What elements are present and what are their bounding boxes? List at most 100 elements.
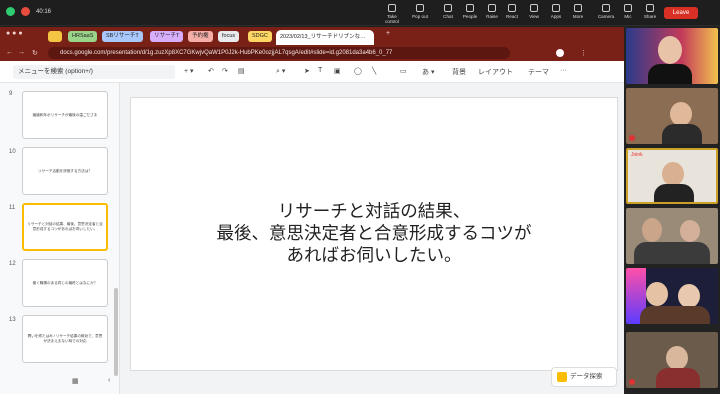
people-button[interactable]: People <box>458 4 482 19</box>
select-icon[interactable]: ➤ <box>304 67 310 75</box>
slide-number: 11 <box>9 205 16 211</box>
avatar <box>678 284 700 308</box>
avatar <box>680 220 700 242</box>
add-icon[interactable]: + ▾ <box>184 67 194 75</box>
slide-filmstrip: 9 議論和年ボリサーチが最後の歯ごださま 10 リサーチ活動を評価する方法は？ … <box>0 83 120 394</box>
bookmark-hrsaas[interactable]: HRSaaS <box>68 31 98 42</box>
participant-tile[interactable] <box>626 332 718 388</box>
profile-icon[interactable] <box>556 49 564 57</box>
participant-gallery: Joink <box>624 26 720 394</box>
textbox-icon[interactable]: T <box>318 67 322 74</box>
bookmark-icon[interactable] <box>48 31 62 42</box>
grid-view-icon[interactable]: ▦ <box>72 377 79 385</box>
mic-icon <box>624 4 632 12</box>
participant-tile[interactable] <box>626 88 718 144</box>
shared-browser-window: ● ● ● HRSaaS SBリサーチT リサーチT 予約権 focus SDG… <box>0 27 624 394</box>
slide-number: 13 <box>9 317 16 323</box>
participant-tile[interactable] <box>626 28 718 84</box>
slides-toolbar: メニューを検索 (option+/) + ▾ ↶ ↷ ▤ ⌕ ▾ ➤ T ▣ ◯… <box>0 61 624 83</box>
avatar <box>642 218 662 242</box>
shield-icon <box>6 7 15 16</box>
camera-icon <box>602 4 610 12</box>
apps-icon <box>552 4 560 12</box>
back-icon[interactable]: ← <box>6 49 13 56</box>
bookmark-focus[interactable]: focus <box>218 31 240 42</box>
slide-thumbnail-13[interactable]: 問いを修たはみ / リサーチ結果の無効で、意思が決まえまない時での対応 <box>22 315 108 363</box>
react-button[interactable]: React <box>500 4 524 19</box>
line-icon[interactable]: ╲ <box>372 67 376 75</box>
explore-icon <box>557 372 567 382</box>
slide-thumbnail-12[interactable]: 働く職場のある同じの最終とはなにか？ <box>22 259 108 307</box>
control-icon <box>388 4 396 12</box>
undo-icon[interactable]: ↶ <box>208 67 214 75</box>
record-icon <box>21 7 30 16</box>
current-slide[interactable]: リサーチと対話の結果、 最後、意思決定者と合意形成するコツが あればお伺いしたい… <box>130 97 618 371</box>
apps-button[interactable]: Apps <box>544 4 568 19</box>
popout-icon <box>416 4 424 12</box>
chat-button[interactable]: Chat <box>436 4 460 19</box>
more-tools-icon[interactable]: ··· <box>560 67 567 74</box>
muted-mic-icon <box>629 135 635 141</box>
meeting-timer: 40:16 <box>36 8 52 15</box>
people-icon <box>466 4 474 12</box>
grid-icon <box>530 4 538 12</box>
comment-icon[interactable]: ▭ <box>400 67 407 75</box>
slide-thumbnail-10[interactable]: リサーチ活動を評価する方法は？ <box>22 147 108 195</box>
slide-canvas: リサーチと対話の結果、 最後、意思決定者と合意形成するコツが あればお伺いしたい… <box>120 83 624 394</box>
chat-icon <box>444 4 452 12</box>
new-tab-icon[interactable]: + <box>386 30 390 37</box>
avatar <box>662 162 684 186</box>
tab-slides[interactable]: 2023/02/13_リサーチドリブンな… <box>276 30 374 45</box>
input-tools-icon[interactable]: あ ▾ <box>422 67 434 77</box>
participant-tile[interactable] <box>626 208 718 264</box>
avatar <box>666 346 688 370</box>
shape-icon[interactable]: ◯ <box>354 67 362 75</box>
reload-icon[interactable]: ↻ <box>32 49 38 57</box>
view-button[interactable]: View <box>522 4 546 19</box>
slide-number: 9 <box>9 91 13 97</box>
participant-name: Joink <box>631 152 643 158</box>
theme-button[interactable]: テーマ <box>528 67 549 77</box>
explore-button[interactable]: データ探索 <box>551 367 617 387</box>
print-icon[interactable]: ▤ <box>238 67 245 75</box>
hand-icon <box>488 4 496 12</box>
muted-mic-icon <box>629 379 635 385</box>
address-bar: ← → ↻ docs.google.com/presentation/d/1g.… <box>0 45 624 61</box>
pop-out-button[interactable]: Pop out <box>408 4 432 19</box>
leave-button[interactable]: Leave <box>664 7 698 19</box>
bookmark-sdgc[interactable]: SDGC <box>248 31 272 42</box>
window-controls-icon: ● ● ● <box>6 30 23 37</box>
url-field[interactable]: docs.google.com/presentation/d/1g.zuzXp8… <box>48 47 510 59</box>
meeting-status: 40:16 <box>6 7 51 16</box>
background-button[interactable]: 背景 <box>452 67 466 77</box>
share-icon <box>646 4 654 12</box>
forward-icon[interactable]: → <box>18 49 25 56</box>
menu-search-input[interactable]: メニューを検索 (option+/) <box>13 65 175 79</box>
image-icon[interactable]: ▣ <box>334 67 341 75</box>
layout-button[interactable]: レイアウト <box>478 67 513 77</box>
avatar <box>646 282 668 306</box>
bookmark-research[interactable]: リサーチT <box>150 31 184 42</box>
bookmark-sb-research[interactable]: SBリサーチT <box>102 31 143 42</box>
slide-number: 10 <box>9 149 16 155</box>
participant-tile[interactable] <box>626 268 718 324</box>
avatar <box>658 36 682 64</box>
redo-icon[interactable]: ↷ <box>222 67 228 75</box>
bookmark-bar: ● ● ● HRSaaS SBリサーチT リサーチT 予約権 focus SDG… <box>0 27 624 45</box>
menu-icon[interactable]: ⋮ <box>580 49 587 57</box>
mic-button[interactable]: Mic <box>616 4 640 19</box>
filmstrip-scrollbar[interactable] <box>114 288 118 376</box>
slide-thumbnail-9[interactable]: 議論和年ボリサーチが最後の歯ごださま <box>22 91 108 139</box>
collapse-icon[interactable]: ‹ <box>108 377 110 384</box>
more-button[interactable]: More <box>566 4 590 19</box>
take-control-button[interactable]: Take control <box>380 4 404 24</box>
camera-button[interactable]: Camera <box>594 4 618 19</box>
more-icon <box>574 4 582 12</box>
bookmark-reservation[interactable]: 予約権 <box>188 31 213 42</box>
slide-title: リサーチと対話の結果、 最後、意思決定者と合意形成するコツが あればお伺いしたい… <box>216 202 532 266</box>
zoom-icon[interactable]: ⌕ ▾ <box>276 67 285 76</box>
slide-thumbnail-11[interactable]: リサーチと対話の結果、最後、意思決定者と合意形成するコツがあればお伺いしたい。 <box>22 203 108 251</box>
meeting-toolbar: 40:16 Take control Pop out Chat People R… <box>0 0 720 26</box>
participant-tile-active[interactable]: Joink <box>626 148 718 204</box>
share-button[interactable]: Share <box>638 4 662 19</box>
